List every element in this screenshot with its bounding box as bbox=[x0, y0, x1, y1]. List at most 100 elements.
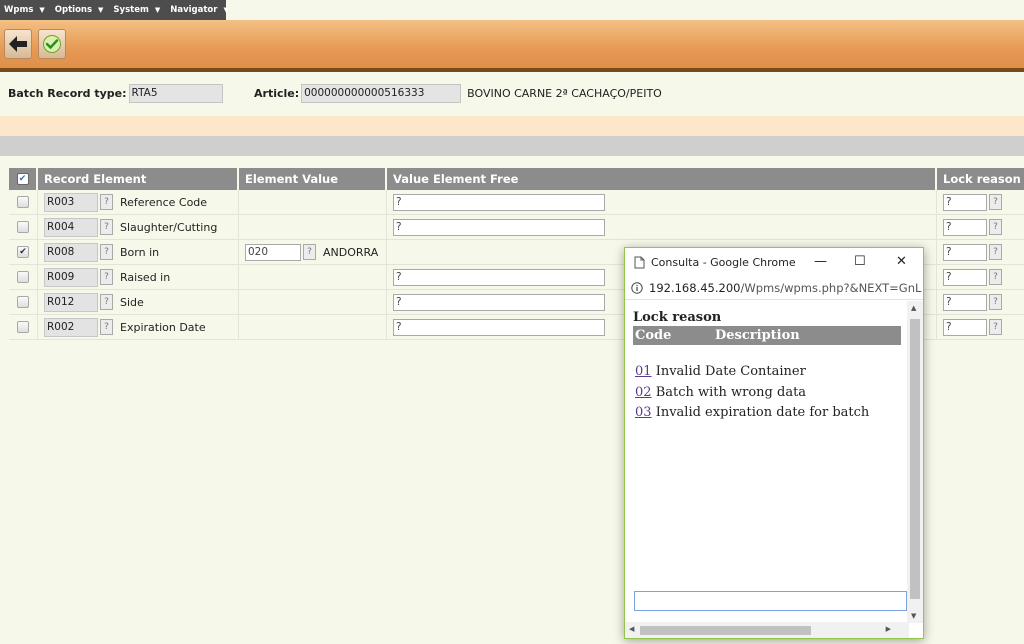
element-value-description: ANDORRA bbox=[323, 245, 379, 259]
article-field[interactable] bbox=[301, 83, 462, 103]
popup-heading: Lock reason bbox=[633, 310, 722, 325]
lock-reason-description: Invalid expiration date for batch bbox=[655, 405, 870, 420]
scroll-down-icon[interactable]: ▼ bbox=[911, 612, 916, 620]
lock-reason-description: Batch with wrong data bbox=[655, 384, 807, 400]
popup-table-header: Code Description bbox=[633, 326, 901, 345]
lookup-button[interactable]: ? bbox=[100, 269, 113, 285]
info-band bbox=[0, 116, 1024, 136]
lookup-button[interactable]: ? bbox=[100, 294, 113, 310]
record-name: Raised in bbox=[120, 270, 171, 284]
record-code: R004 bbox=[44, 217, 98, 237]
lock-reason-description: Invalid Date Container bbox=[655, 364, 806, 379]
url-path: /Wpms/wpms.php?&NEXT=GnL bbox=[740, 280, 922, 295]
scroll-right-icon[interactable]: ▶ bbox=[886, 625, 891, 633]
value-free-input[interactable] bbox=[393, 218, 605, 236]
menu-bar: Wpms ▼ Options ▼ System ▼ Navigator ▼ bbox=[0, 0, 229, 20]
value-free-input[interactable] bbox=[393, 193, 605, 211]
scroll-up-icon[interactable]: ▲ bbox=[911, 304, 916, 312]
horizontal-scrollbar[interactable]: ◀ ▶ bbox=[625, 622, 909, 638]
batch-record-type: Batch Record type: bbox=[8, 83, 223, 103]
col-record-element: Record Element bbox=[38, 168, 239, 190]
lookup-button[interactable]: ? bbox=[989, 294, 1002, 310]
popup-address-bar[interactable]: 192.168.45.200/Wpms/wpms.php?&NEXT=GnL bbox=[625, 276, 923, 300]
url-host: 192.168.45.200 bbox=[649, 280, 741, 295]
value-free-input[interactable] bbox=[393, 318, 605, 336]
lookup-button[interactable]: ? bbox=[989, 244, 1002, 260]
record-code: R003 bbox=[44, 192, 98, 212]
lock-reason-popup: Consulta - Google Chrome — ☐ ✕ 192.168.4… bbox=[624, 247, 924, 639]
lock-reason-list: 01 Invalid Date Container 02 Batch with … bbox=[635, 362, 909, 424]
row-checkbox[interactable]: ✔ bbox=[17, 246, 29, 258]
chevron-down-icon: ▼ bbox=[39, 6, 45, 14]
record-code: R002 bbox=[44, 317, 98, 337]
back-arrow-icon bbox=[9, 36, 27, 52]
lookup-button[interactable]: ? bbox=[100, 194, 113, 210]
lookup-button[interactable]: ? bbox=[303, 244, 316, 260]
menu-options[interactable]: Options ▼ bbox=[55, 5, 104, 15]
record-name: Expiration Date bbox=[120, 320, 206, 334]
col-lock-reason: Lock reason bbox=[943, 172, 1021, 186]
lock-reason-input[interactable] bbox=[943, 318, 987, 336]
lock-reason-code-link[interactable]: 02 bbox=[635, 385, 652, 400]
record-code: R008 bbox=[44, 242, 98, 262]
list-item: 02 Batch with wrong data bbox=[635, 383, 909, 404]
record-name: Born in bbox=[120, 245, 160, 259]
popup-col-code: Code bbox=[635, 328, 672, 343]
minimize-icon[interactable]: — bbox=[814, 254, 827, 269]
list-item: 03 Invalid expiration date for batch bbox=[635, 403, 909, 424]
batch-record-type-field[interactable] bbox=[128, 83, 223, 103]
close-icon[interactable]: ✕ bbox=[896, 254, 907, 269]
record-name: Side bbox=[120, 295, 144, 309]
element-value-input[interactable] bbox=[245, 243, 301, 261]
row-checkbox[interactable] bbox=[17, 321, 29, 333]
value-free-input[interactable] bbox=[393, 268, 605, 286]
row-checkbox[interactable] bbox=[17, 296, 29, 308]
article-description: BOVINO CARNE 2ª CACHAÇO/PEITO bbox=[467, 86, 662, 100]
lookup-button[interactable]: ? bbox=[100, 319, 113, 335]
popup-col-description: Description bbox=[715, 328, 800, 343]
back-button[interactable] bbox=[4, 29, 32, 59]
table-row: R003 ? Reference Code ? bbox=[9, 190, 1024, 215]
chevron-down-icon: ▼ bbox=[223, 6, 229, 14]
lock-reason-input[interactable] bbox=[943, 218, 987, 236]
lookup-button[interactable]: ? bbox=[989, 219, 1002, 235]
lock-reason-code-link[interactable]: 03 bbox=[635, 405, 652, 420]
record-name: Reference Code bbox=[120, 195, 208, 209]
lock-reason-input[interactable] bbox=[943, 243, 987, 261]
table-header: ✔ Record Element Element Value Value Ele… bbox=[9, 168, 1024, 190]
article: Article: BOVINO CARNE 2ª CACHAÇO/PEITO bbox=[254, 83, 662, 103]
menu-navigator[interactable]: Navigator ▼ bbox=[170, 5, 229, 15]
col-element-value: Element Value bbox=[239, 168, 387, 190]
chevron-down-icon: ▼ bbox=[154, 6, 161, 14]
row-checkbox[interactable] bbox=[17, 271, 29, 283]
popup-titlebar: Consulta - Google Chrome — ☐ ✕ bbox=[625, 248, 923, 276]
confirm-button[interactable] bbox=[38, 29, 66, 59]
maximize-icon[interactable]: ☐ bbox=[854, 254, 866, 269]
row-checkbox[interactable] bbox=[17, 196, 29, 208]
toolbar bbox=[0, 20, 1024, 72]
lock-reason-code-link[interactable]: 01 bbox=[635, 364, 652, 379]
lock-reason-input[interactable] bbox=[943, 268, 987, 286]
lookup-button[interactable]: ? bbox=[989, 269, 1002, 285]
lookup-button[interactable]: ? bbox=[989, 194, 1002, 210]
lock-reason-input[interactable] bbox=[943, 293, 987, 311]
page-icon bbox=[634, 256, 645, 268]
menu-system[interactable]: System ▼ bbox=[113, 5, 160, 15]
select-all-checkbox[interactable]: ✔ bbox=[16, 173, 29, 185]
lookup-button[interactable]: ? bbox=[100, 244, 113, 260]
lookup-button[interactable]: ? bbox=[100, 219, 113, 235]
lookup-button[interactable]: ? bbox=[989, 319, 1002, 335]
record-code: R009 bbox=[44, 267, 98, 287]
checkmark-icon bbox=[43, 35, 61, 53]
vertical-scrollbar[interactable]: ▲ ▼ bbox=[907, 301, 923, 623]
scroll-thumb[interactable] bbox=[640, 626, 811, 635]
lock-reason-input[interactable] bbox=[943, 193, 987, 211]
scroll-left-icon[interactable]: ◀ bbox=[629, 625, 634, 633]
chevron-down-icon: ▼ bbox=[98, 6, 104, 14]
value-free-input[interactable] bbox=[393, 293, 605, 311]
col-value-element-free: Value Element Free bbox=[387, 168, 937, 190]
menu-wpms[interactable]: Wpms ▼ bbox=[4, 5, 45, 15]
scroll-thumb[interactable] bbox=[910, 319, 920, 599]
popup-search-input[interactable] bbox=[634, 591, 907, 611]
row-checkbox[interactable] bbox=[17, 221, 29, 233]
